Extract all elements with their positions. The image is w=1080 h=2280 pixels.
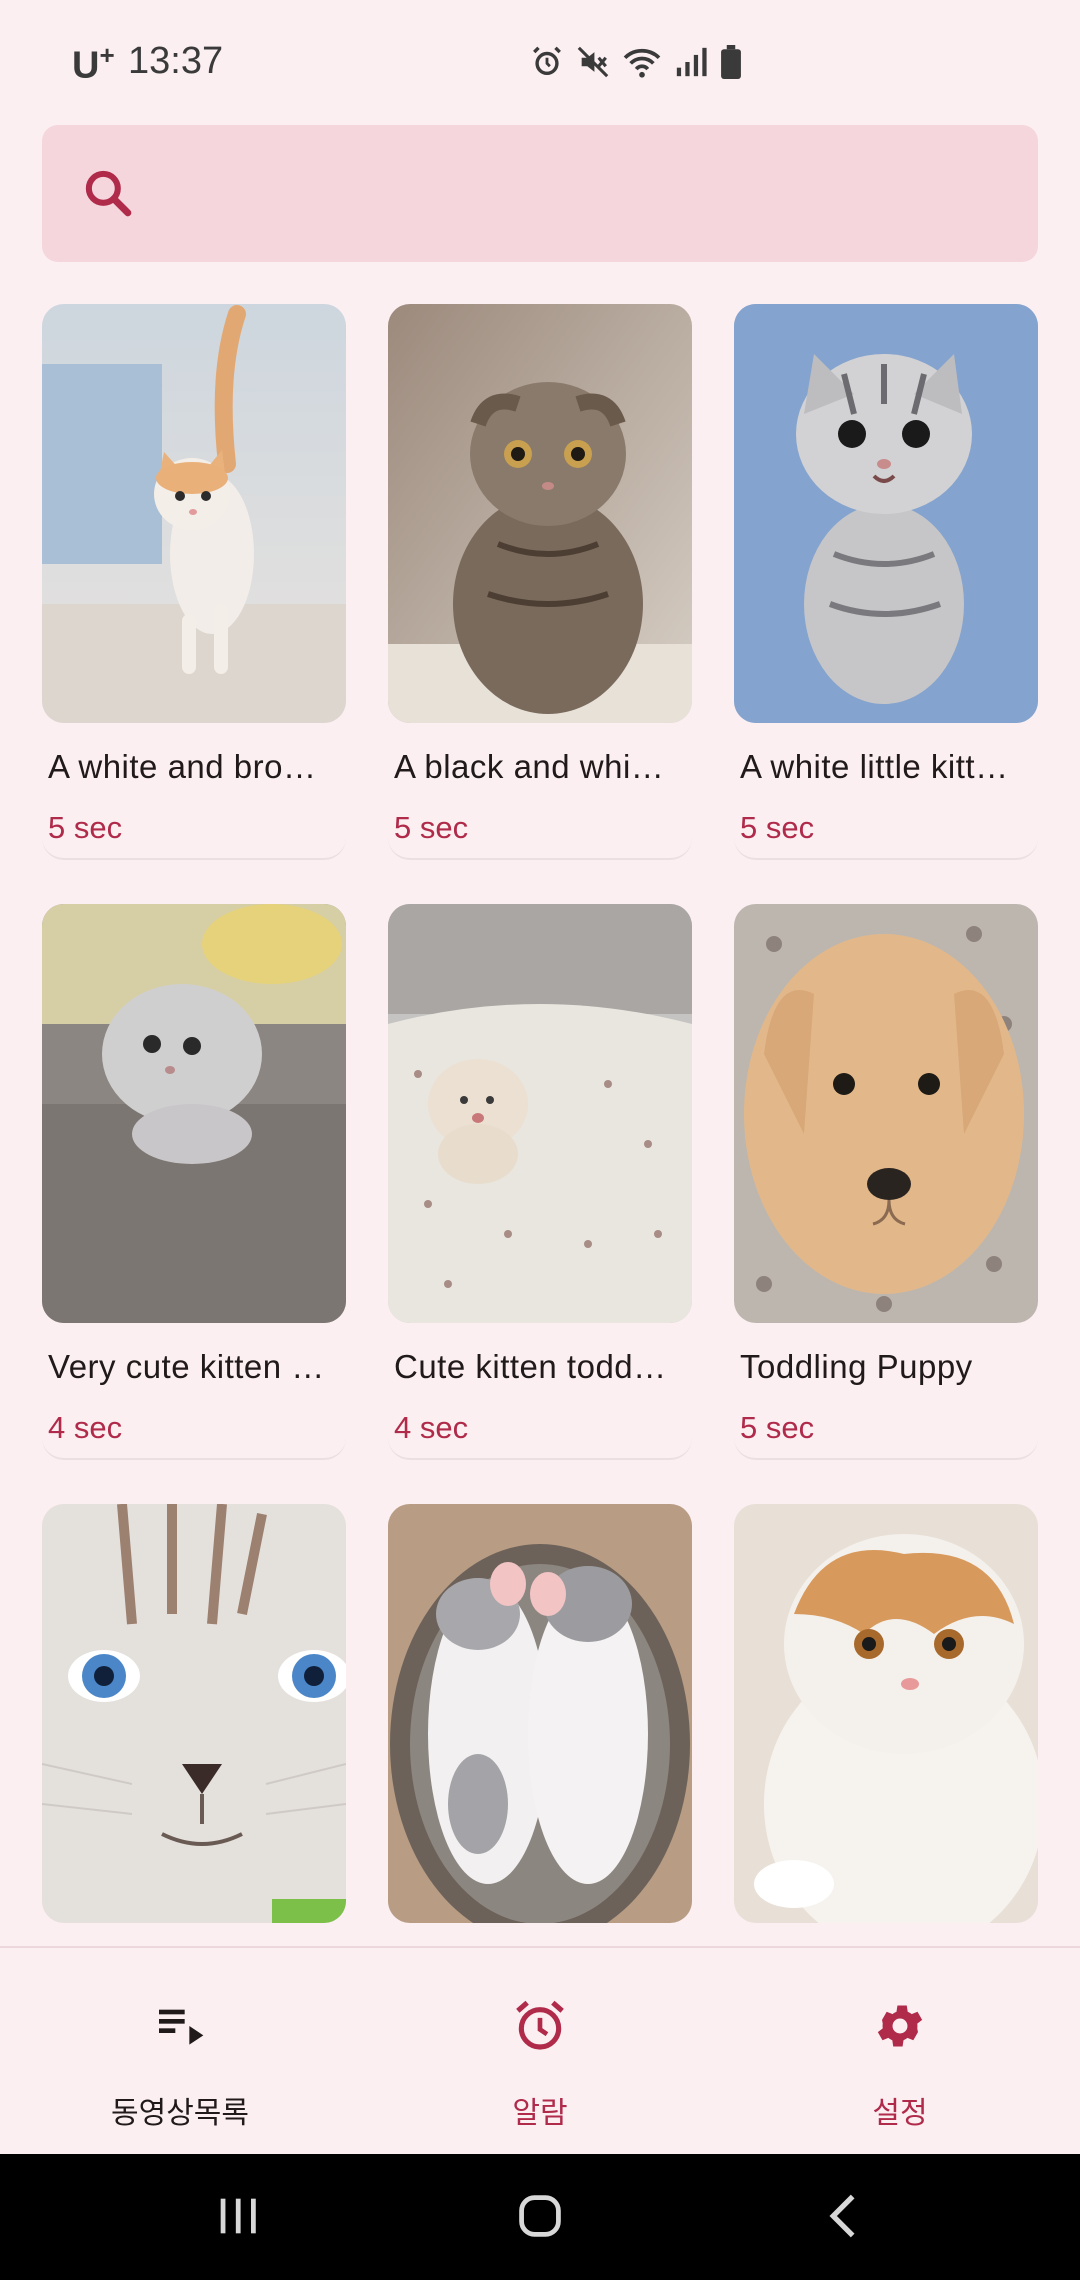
search-input[interactable] bbox=[172, 155, 992, 231]
system-navigation-bar bbox=[0, 2154, 1080, 2280]
search-icon[interactable] bbox=[80, 165, 136, 221]
playlist-icon[interactable] bbox=[152, 1998, 208, 2054]
wifi-icon bbox=[623, 48, 661, 78]
video-card[interactable]: Toddling Puppy 5 sec bbox=[734, 904, 1038, 1460]
home-icon[interactable] bbox=[514, 2190, 566, 2242]
video-thumbnail[interactable] bbox=[734, 304, 1038, 723]
video-card[interactable]: Very cute kitten … 4 sec bbox=[42, 904, 346, 1460]
status-bar: U+ 13:37 bbox=[0, 0, 1080, 120]
video-title: Toddling Puppy bbox=[740, 1348, 973, 1385]
video-duration: 5 sec bbox=[740, 1410, 815, 1445]
video-title: A black and whi… bbox=[394, 748, 665, 785]
video-duration: 5 sec bbox=[394, 810, 469, 845]
video-thumbnail[interactable] bbox=[42, 304, 346, 723]
video-card[interactable]: A black and whi… 5 sec bbox=[388, 304, 692, 860]
video-title: A white little kitt… bbox=[740, 748, 1009, 785]
carrier-label: U+ bbox=[72, 40, 115, 87]
nav-item-alarm[interactable]: 알람 bbox=[360, 1948, 720, 2156]
search-bar[interactable] bbox=[42, 125, 1038, 262]
bottom-navigation: 동영상목록 알람 설정 bbox=[0, 1946, 1080, 2154]
back-icon[interactable] bbox=[818, 2190, 870, 2242]
video-thumbnail[interactable] bbox=[734, 904, 1038, 1323]
nav-label: 동영상목록 bbox=[111, 2096, 249, 2131]
video-duration: 5 sec bbox=[740, 810, 815, 845]
nav-label: 설정 bbox=[872, 2096, 928, 2131]
recent-apps-icon[interactable] bbox=[212, 2190, 264, 2242]
video-card[interactable]: Cute kitten todd… 4 sec bbox=[388, 904, 692, 1460]
video-duration: 4 sec bbox=[48, 1410, 123, 1445]
gear-icon[interactable] bbox=[872, 1998, 928, 2054]
video-thumbnail[interactable] bbox=[42, 904, 346, 1323]
video-title: Very cute kitten … bbox=[48, 1348, 325, 1385]
alarm-clock-icon[interactable] bbox=[512, 1998, 568, 2054]
nav-item-settings[interactable]: 설정 bbox=[720, 1948, 1080, 2156]
video-card[interactable]: A white and bro… 5 sec bbox=[42, 304, 346, 860]
video-title: A white and bro… bbox=[48, 748, 317, 785]
video-duration: 5 sec bbox=[48, 810, 123, 845]
nav-label: 알람 bbox=[512, 2096, 568, 2131]
video-thumbnail[interactable] bbox=[42, 1504, 346, 1923]
video-duration: 4 sec bbox=[394, 1410, 469, 1445]
alarm-icon bbox=[533, 46, 561, 76]
status-icons bbox=[530, 42, 742, 82]
mute-icon bbox=[577, 46, 609, 78]
video-title: Cute kitten todd… bbox=[394, 1348, 667, 1385]
signal-icon bbox=[676, 47, 707, 77]
video-thumbnail[interactable] bbox=[734, 1504, 1038, 1923]
battery-icon bbox=[721, 45, 741, 79]
nav-item-video-list[interactable]: 동영상목록 bbox=[0, 1948, 360, 2156]
video-card[interactable]: A white little kitt… 5 sec bbox=[734, 304, 1038, 860]
video-thumbnail[interactable] bbox=[388, 1504, 692, 1923]
status-time: 13:37 bbox=[128, 40, 224, 82]
video-thumbnail[interactable] bbox=[388, 904, 692, 1323]
video-thumbnail[interactable] bbox=[388, 304, 692, 723]
